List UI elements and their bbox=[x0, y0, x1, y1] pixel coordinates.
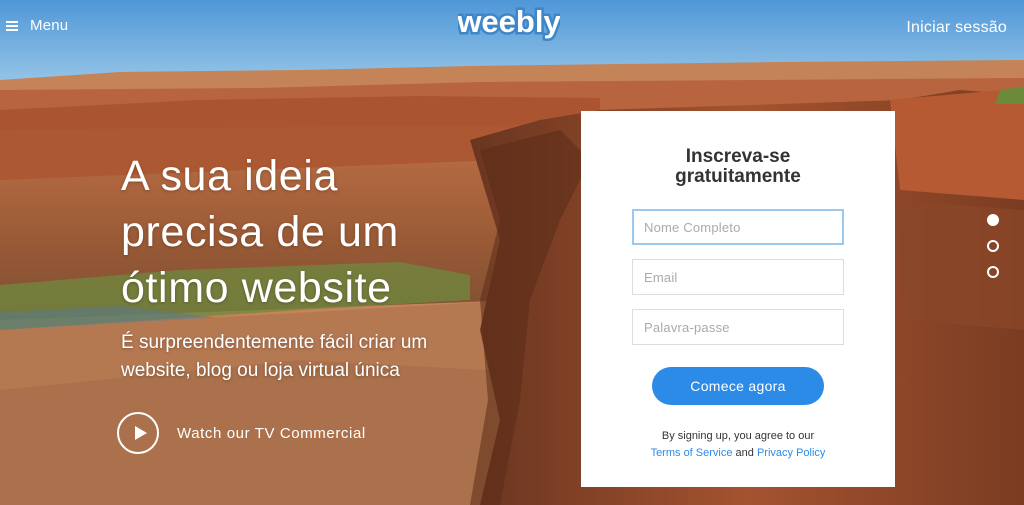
menu-label: Menu bbox=[30, 17, 69, 34]
slide-dot-3[interactable] bbox=[987, 266, 999, 278]
hero-title: A sua ideia precisa de um ótimo website bbox=[121, 148, 521, 316]
weebly-logo[interactable]: weebly bbox=[458, 2, 560, 42]
menu-button[interactable]: Menu bbox=[6, 17, 68, 34]
logo-text: weebly bbox=[458, 4, 560, 39]
watch-commercial-button[interactable]: Watch our TV Commercial bbox=[117, 412, 366, 454]
password-input[interactable] bbox=[632, 309, 844, 345]
hero-subtitle-line-1: É surpreendentemente fácil criar um bbox=[121, 332, 428, 353]
hero-subtitle: É surpreendentemente fácil criar um webs… bbox=[121, 329, 461, 385]
watch-commercial-label: Watch our TV Commercial bbox=[177, 424, 366, 442]
hero-title-line-1: A sua ideia bbox=[121, 152, 338, 200]
signup-heading-line-2: gratuitamente bbox=[675, 166, 801, 187]
full-name-input[interactable] bbox=[632, 209, 844, 245]
slide-dot-1[interactable] bbox=[987, 214, 999, 226]
signup-heading-line-1: Inscreva-se bbox=[685, 146, 791, 167]
privacy-policy-link[interactable]: Privacy Policy bbox=[757, 447, 825, 459]
hero-subtitle-line-2: website, blog ou loja virtual única bbox=[121, 360, 400, 381]
terms-notice: By signing up, you agree to our Terms of… bbox=[581, 428, 895, 462]
terms-of-service-link[interactable]: Terms of Service bbox=[651, 447, 733, 459]
terms-and: and bbox=[735, 447, 754, 459]
hero-title-line-2: precisa de um bbox=[121, 208, 399, 256]
hamburger-icon bbox=[6, 20, 18, 31]
email-input[interactable] bbox=[632, 259, 844, 295]
signup-heading: Inscreva-se gratuitamente bbox=[581, 147, 895, 187]
slide-dot-2[interactable] bbox=[987, 240, 999, 252]
hero-title-line-3: ótimo website bbox=[121, 264, 392, 312]
top-navigation-bar: Menu weebly Iniciar sessão bbox=[0, 0, 1024, 56]
signup-card: Inscreva-se gratuitamente Comece agora B… bbox=[581, 111, 895, 487]
slide-pagination bbox=[987, 214, 999, 292]
play-icon[interactable] bbox=[117, 412, 159, 454]
start-now-button[interactable]: Comece agora bbox=[652, 367, 824, 405]
login-link[interactable]: Iniciar sessão bbox=[906, 19, 1007, 37]
terms-prefix: By signing up, you agree to our bbox=[661, 430, 815, 442]
